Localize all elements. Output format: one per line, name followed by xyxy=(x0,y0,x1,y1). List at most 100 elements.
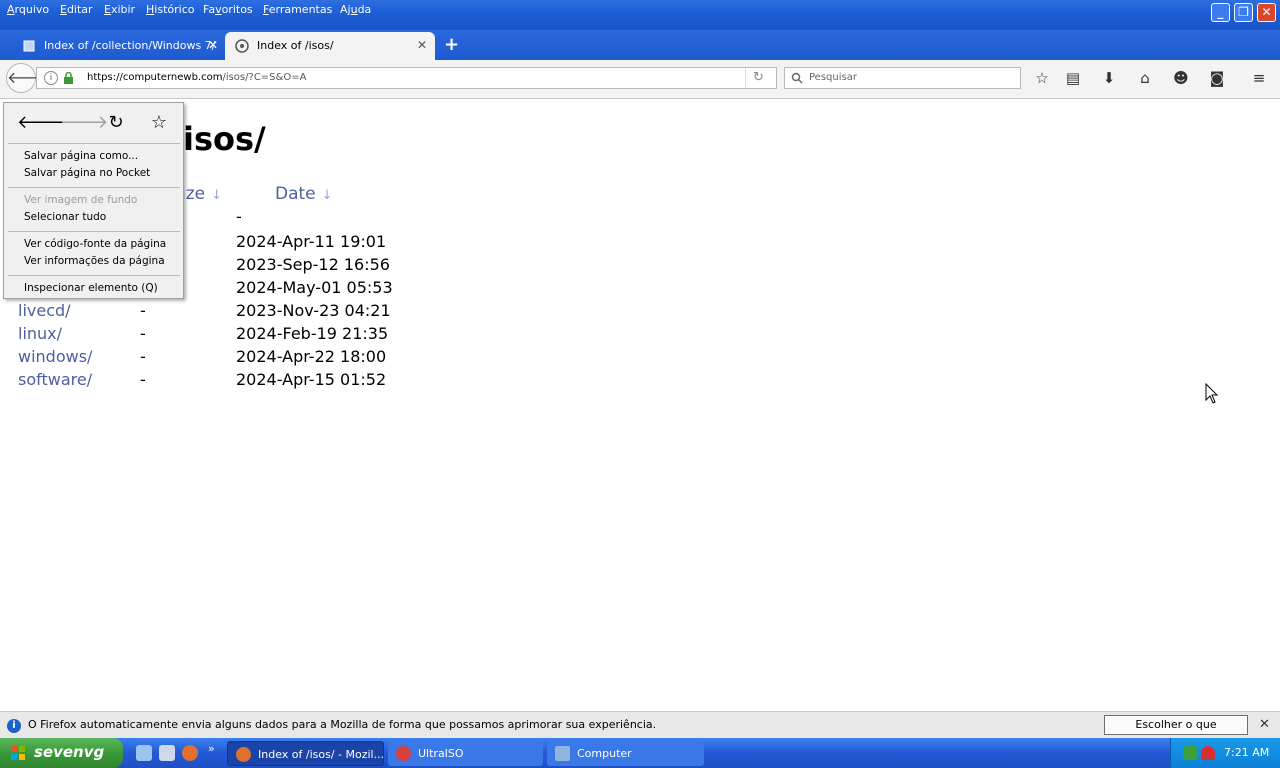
new-tab-button[interactable]: + xyxy=(444,34,459,55)
restore-button[interactable]: ❐ xyxy=(1234,3,1253,22)
choose-share-button[interactable]: Escolher o que compartilhar xyxy=(1104,715,1248,749)
close-icon[interactable]: ✕ xyxy=(1259,717,1270,732)
menu-item-page-info[interactable]: Ver informações da página xyxy=(24,255,165,267)
url-bar[interactable]: i https://computernewb.com/isos/?C=S&O=A… xyxy=(36,67,777,89)
menu-item-view-background: Ver imagem de fundo xyxy=(24,194,138,206)
download-icon[interactable]: ⬇ xyxy=(1100,69,1118,87)
row-link[interactable]: livecd/ xyxy=(18,301,71,320)
menu-item-save-pocket[interactable]: Salvar página no Pocket xyxy=(24,167,150,179)
tray-shield-icon[interactable] xyxy=(1201,746,1215,760)
context-bookmark-star-icon[interactable]: ☆ xyxy=(148,112,170,134)
row-size: - xyxy=(140,347,146,366)
tab-isos[interactable]: Index of /isos/ ✕ xyxy=(225,32,435,60)
search-input[interactable]: Pesquisar xyxy=(784,67,1021,89)
tab-windows7[interactable]: Index of /collection/Windows 7/ ✕ xyxy=(12,32,226,60)
row-date: 2024-May-01 05:53 xyxy=(236,278,393,297)
column-header-date[interactable]: Date ↓ xyxy=(275,184,333,204)
show-desktop-icon[interactable] xyxy=(136,745,152,761)
search-icon xyxy=(791,72,803,84)
column-header-size[interactable]: ize ↓ xyxy=(181,184,222,204)
minimize-button[interactable]: _ xyxy=(1211,3,1230,22)
url-text: https://computernewb.com/isos/?C=S&O=A xyxy=(87,72,307,83)
quicklaunch-overflow-icon[interactable]: » xyxy=(208,742,215,755)
notification-message: O Firefox automaticamente envia alguns d… xyxy=(28,718,657,731)
context-reload-icon[interactable]: ↻ xyxy=(105,112,127,134)
info-icon: i xyxy=(7,719,21,733)
row-link[interactable]: software/ xyxy=(18,370,92,389)
firefox-quicklaunch-icon[interactable] xyxy=(182,745,198,761)
taskbar-button-computer[interactable]: Computer xyxy=(547,741,704,766)
menu-bar: Arquivo Editar Exibir Histórico Favorito… xyxy=(0,0,1280,30)
explorer-icon[interactable] xyxy=(159,745,175,761)
tab-close-icon[interactable]: ✕ xyxy=(417,38,427,52)
row-date: 2023-Sep-12 16:56 xyxy=(236,255,390,274)
context-menu: 🡐 🡒 ↻ ☆ Salvar página como... Salvar pág… xyxy=(3,102,184,299)
menu-ajuda[interactable]: Ajuda xyxy=(340,3,371,16)
search-placeholder: Pesquisar xyxy=(809,72,857,83)
pocket-icon[interactable]: ◙ xyxy=(1208,69,1226,87)
row-date: 2024-Feb-19 21:35 xyxy=(236,324,389,343)
menu-editar[interactable]: Editar xyxy=(60,3,93,16)
windows-flag-icon xyxy=(11,746,25,760)
menu-exibir[interactable]: Exibir xyxy=(104,3,135,16)
page-title: isos/ xyxy=(183,120,266,158)
row-date: 2024-Apr-22 18:00 xyxy=(236,347,387,366)
reading-list-icon[interactable]: ▤ xyxy=(1064,69,1082,87)
page-icon xyxy=(235,39,249,53)
back-button[interactable]: 🡐 xyxy=(6,63,50,93)
tab-label: Index of /isos/ xyxy=(257,39,334,52)
home-icon[interactable]: ⌂ xyxy=(1136,69,1154,87)
menu-ferramentas[interactable]: Ferramentas xyxy=(263,3,332,16)
menu-separator xyxy=(8,231,180,232)
row-size: - xyxy=(140,301,146,320)
hello-icon[interactable]: ☻ xyxy=(1172,69,1190,87)
row-link[interactable]: linux/ xyxy=(18,324,62,343)
start-button[interactable]: sevenvg xyxy=(0,738,123,768)
lock-icon xyxy=(64,72,73,84)
menu-separator xyxy=(8,187,180,188)
menu-historico[interactable]: Histórico xyxy=(146,3,194,16)
ultraiso-icon xyxy=(396,746,411,761)
menu-item-view-source[interactable]: Ver código-fonte da página xyxy=(24,238,166,250)
reload-icon[interactable]: ↻ xyxy=(753,70,764,85)
menu-item-select-all[interactable]: Selecionar tudo xyxy=(24,211,106,223)
tray-network-icon[interactable] xyxy=(1183,746,1197,760)
taskbar-button-ultraiso[interactable]: UltraISO xyxy=(388,741,543,766)
menu-arquivo[interactable]: Arquivo xyxy=(7,3,49,16)
star-icon[interactable]: ☆ xyxy=(1033,69,1051,87)
system-tray: 7:21 AM xyxy=(1170,738,1280,768)
row-size: - xyxy=(140,324,146,343)
row-date: 2023-Nov-23 04:21 xyxy=(236,301,391,320)
tab-strip: Index of /collection/Windows 7/ ✕ Index … xyxy=(0,30,1280,60)
menu-separator xyxy=(8,275,180,276)
clock[interactable]: 7:21 AM xyxy=(1224,746,1269,759)
row-date: 2024-Apr-15 01:52 xyxy=(236,370,387,389)
plus-icon: + xyxy=(444,34,460,55)
url-divider xyxy=(745,68,746,88)
restore-icon: ❐ xyxy=(1238,5,1249,19)
menu-favoritos[interactable]: Favoritos xyxy=(203,3,253,16)
context-back-icon[interactable]: 🡐 xyxy=(17,112,65,134)
menu-item-inspect[interactable]: Inspecionar elemento (Q) xyxy=(24,282,158,294)
info-icon[interactable]: i xyxy=(44,71,58,85)
context-forward-icon: 🡒 xyxy=(60,112,109,133)
menu-separator xyxy=(8,143,180,144)
menu-item-save-page[interactable]: Salvar página como... xyxy=(24,150,138,162)
tab-close-icon[interactable]: ✕ xyxy=(208,38,218,52)
row-size: - xyxy=(140,370,146,389)
notification-bar: i O Firefox automaticamente envia alguns… xyxy=(0,711,1280,749)
mouse-cursor-icon xyxy=(1205,383,1219,404)
computer-icon xyxy=(555,746,570,761)
firefox-icon xyxy=(236,747,251,762)
row-date: - xyxy=(236,207,242,226)
taskbar-button-firefox[interactable]: Index of /isos/ - Mozil... xyxy=(227,741,384,766)
row-date: 2024-Apr-11 19:01 xyxy=(236,232,387,251)
hamburger-menu-icon[interactable]: ≡ xyxy=(1250,69,1268,87)
close-icon: ✕ xyxy=(1261,5,1272,19)
page-icon xyxy=(23,40,35,52)
tab-label: Index of /collection/Windows 7/ xyxy=(44,39,216,52)
minimize-icon: _ xyxy=(1217,5,1224,19)
start-label: sevenvg xyxy=(34,743,105,761)
window-close-button[interactable]: ✕ xyxy=(1257,3,1276,22)
row-link[interactable]: windows/ xyxy=(18,347,92,366)
